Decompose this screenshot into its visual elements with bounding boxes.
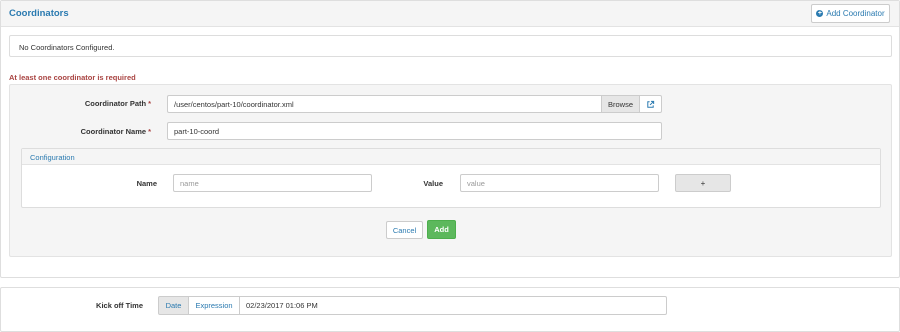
config-value-label: Value: [423, 179, 443, 188]
plus-circle-icon: +: [816, 10, 824, 17]
configuration-header: Configuration: [22, 149, 880, 165]
config-name-input[interactable]: [173, 174, 372, 192]
coordinator-path-input[interactable]: [167, 95, 602, 113]
add-coordinator-label: Add Coordinator: [826, 9, 885, 18]
add-coordinator-button[interactable]: + Add Coordinator: [811, 4, 890, 23]
configuration-section: Configuration Name Value +: [21, 148, 881, 208]
coordinators-title: Coordinators: [9, 8, 69, 19]
add-button[interactable]: Add: [427, 220, 456, 239]
kickoff-mode-date[interactable]: Date: [158, 296, 189, 315]
empty-message: No Coordinators Configured.: [19, 43, 115, 52]
kickoff-label: Kick off Time: [96, 301, 143, 310]
browse-button[interactable]: Browse: [601, 95, 640, 113]
config-value-input[interactable]: [460, 174, 659, 192]
cancel-button[interactable]: Cancel: [386, 221, 423, 239]
coordinator-form: Coordinator Path* Browse Coordinator Nam…: [9, 84, 892, 257]
configuration-title: Configuration: [30, 153, 75, 162]
coordinators-header: Coordinators + Add Coordinator: [1, 1, 899, 27]
coordinators-panel: Coordinators + Add Coordinator No Coordi…: [0, 0, 900, 278]
validation-error: At least one coordinator is required: [9, 73, 136, 82]
config-name-label: Name: [136, 179, 157, 188]
coordinator-name-input[interactable]: [167, 122, 662, 140]
kickoff-panel: Kick off Time Date Expression 02/23/2017…: [0, 287, 900, 332]
kickoff-time-input[interactable]: 02/23/2017 01:06 PM: [240, 296, 667, 315]
external-link-icon[interactable]: [639, 95, 662, 113]
add-property-button[interactable]: +: [675, 174, 731, 192]
coordinators-list: No Coordinators Configured.: [9, 35, 892, 57]
coordinator-name-label: Coordinator Name *: [80, 127, 151, 136]
coordinator-path-label: Coordinator Path *: [84, 99, 151, 108]
kickoff-mode-expression[interactable]: Expression: [189, 296, 240, 315]
